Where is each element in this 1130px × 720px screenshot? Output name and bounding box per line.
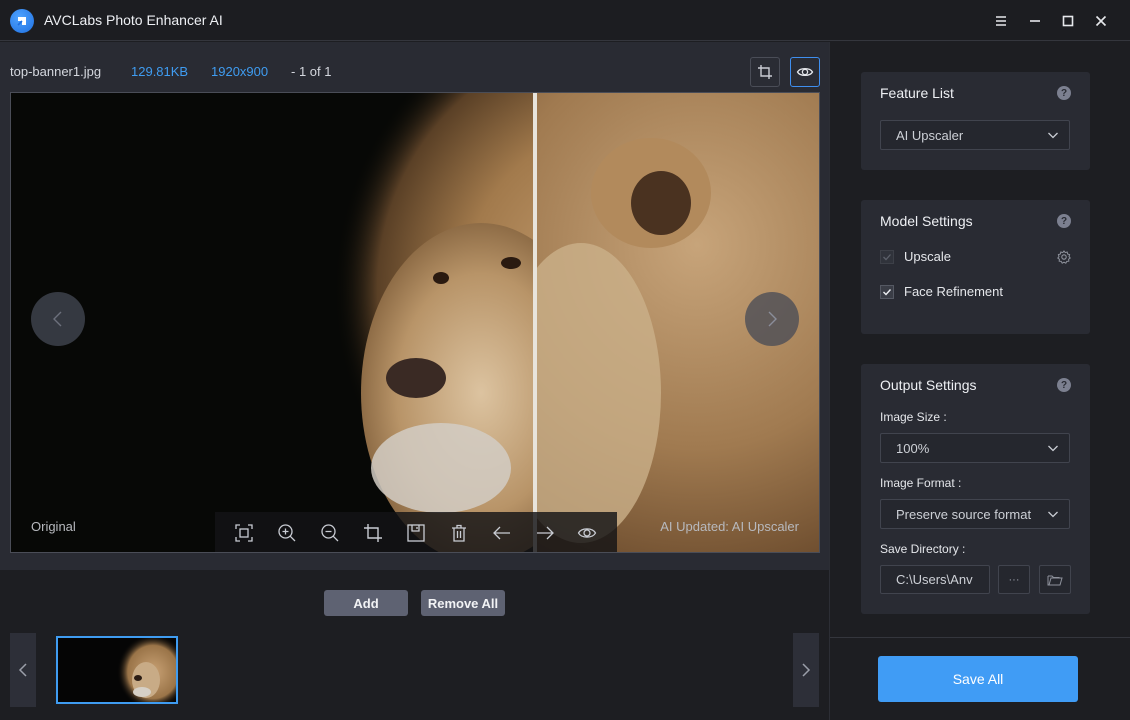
face-refinement-checkbox[interactable] <box>880 284 894 299</box>
arrow-left-icon <box>492 526 510 540</box>
chevron-down-icon <box>1048 132 1058 139</box>
file-name: top-banner1.jpg <box>10 64 102 79</box>
undo-button[interactable] <box>489 520 515 546</box>
save-directory-label: Save Directory : <box>880 542 966 556</box>
image-format-value: Preserve source format <box>896 506 1032 522</box>
folder-open-icon <box>1047 575 1063 585</box>
redo-button[interactable] <box>532 520 558 546</box>
remove-all-button[interactable]: Remove All <box>421 590 505 616</box>
prev-image-button[interactable] <box>31 292 85 346</box>
model-settings-card: Model Settings ? Upscale Face Refinement <box>861 200 1090 334</box>
upscale-label: Upscale <box>904 249 951 264</box>
chevron-down-icon <box>1048 445 1058 452</box>
open-folder-button[interactable] <box>1039 565 1071 594</box>
output-settings-title: Output Settings <box>880 377 977 393</box>
maximize-icon[interactable] <box>1057 10 1079 32</box>
save-button[interactable] <box>403 520 429 546</box>
image-format-select[interactable]: Preserve source format <box>880 499 1070 529</box>
file-count: - 1 of 1 <box>291 64 332 79</box>
save-all-button[interactable]: Save All <box>878 656 1078 702</box>
zoom-out-button[interactable] <box>317 520 343 546</box>
help-icon[interactable]: ? <box>1057 214 1071 228</box>
feature-select[interactable]: AI Upscaler <box>880 120 1070 150</box>
preview-button[interactable] <box>574 520 600 546</box>
image-size-value: 100% <box>896 440 930 456</box>
file-size: 129.81KB <box>131 64 189 79</box>
panel-separator <box>830 637 1130 638</box>
image-format-label: Image Format : <box>880 476 962 490</box>
zoom-in-button[interactable] <box>274 520 300 546</box>
menu-icon[interactable] <box>990 10 1012 32</box>
crop-button[interactable] <box>360 520 386 546</box>
chevron-left-icon <box>18 663 27 677</box>
thumbnail-next-button[interactable] <box>793 633 819 707</box>
browse-button[interactable]: ··· <box>998 565 1030 594</box>
fit-screen-button[interactable] <box>231 520 257 546</box>
zoom-in-icon <box>278 524 296 542</box>
help-icon[interactable]: ? <box>1057 378 1071 392</box>
compare-view-button[interactable] <box>790 57 820 87</box>
image-size-label: Image Size : <box>880 410 947 424</box>
face-refinement-option: Face Refinement <box>880 284 1003 299</box>
delete-button[interactable] <box>446 520 472 546</box>
ai-updated-label: AI Updated: AI Upscaler <box>660 519 799 534</box>
next-image-button[interactable] <box>745 292 799 346</box>
file-info: top-banner1.jpg 129.81KB 1920x900 - 1 of… <box>10 64 331 79</box>
add-button[interactable]: Add <box>324 590 408 616</box>
image-compare-view[interactable]: Original AI Updated: AI Upscaler <box>10 92 820 553</box>
upscale-checkbox[interactable] <box>880 249 894 264</box>
crop-icon <box>758 65 772 79</box>
image-toolbar <box>215 512 617 552</box>
image-size-select[interactable]: 100% <box>880 433 1070 463</box>
gear-icon[interactable] <box>1057 250 1071 264</box>
save-icon <box>407 524 425 542</box>
output-settings-card: Output Settings ? Image Size : 100% Imag… <box>861 364 1090 614</box>
check-icon <box>883 288 892 296</box>
feature-select-value: AI Upscaler <box>896 127 964 143</box>
crop-toggle-button[interactable] <box>750 57 780 87</box>
face-refinement-label: Face Refinement <box>904 284 1003 299</box>
eye-icon <box>796 67 814 77</box>
app-window: AVCLabs Photo Enhancer AI top-banner1.jp… <box>0 0 1130 720</box>
settings-panel: Feature List ? AI Upscaler Model Setting… <box>829 42 1130 720</box>
title-bar: AVCLabs Photo Enhancer AI <box>0 0 1130 41</box>
app-logo-icon <box>10 9 34 33</box>
trash-icon <box>451 524 466 542</box>
help-icon[interactable]: ? <box>1057 86 1071 100</box>
chevron-right-icon <box>802 663 811 677</box>
fit-screen-icon <box>235 524 254 542</box>
eye-icon <box>578 528 597 538</box>
zoom-out-icon <box>321 524 339 542</box>
thumbnail-item[interactable] <box>56 636 178 704</box>
upscale-option: Upscale <box>880 249 951 264</box>
viewer-panel: top-banner1.jpg 129.81KB 1920x900 - 1 of… <box>0 42 829 570</box>
app-title: AVCLabs Photo Enhancer AI <box>44 12 223 28</box>
feature-list-title: Feature List <box>880 85 954 101</box>
check-icon <box>883 253 891 260</box>
feature-list-card: Feature List ? AI Upscaler <box>861 72 1090 170</box>
chevron-right-icon <box>768 311 777 327</box>
close-icon[interactable] <box>1090 10 1112 32</box>
chevron-down-icon <box>1048 511 1058 518</box>
original-label: Original <box>31 519 76 534</box>
arrow-right-icon <box>536 526 554 540</box>
chevron-left-icon <box>53 311 62 327</box>
model-settings-title: Model Settings <box>880 213 973 229</box>
file-dimensions: 1920x900 <box>211 64 269 79</box>
compare-divider-handle[interactable] <box>533 93 537 552</box>
thumbnail-prev-button[interactable] <box>10 633 36 707</box>
original-image <box>11 93 533 552</box>
minimize-icon[interactable] <box>1024 10 1046 32</box>
thumbnail-image <box>58 638 176 702</box>
save-directory-input[interactable]: C:\Users\Anv <box>880 565 990 594</box>
crop-icon <box>364 524 383 542</box>
